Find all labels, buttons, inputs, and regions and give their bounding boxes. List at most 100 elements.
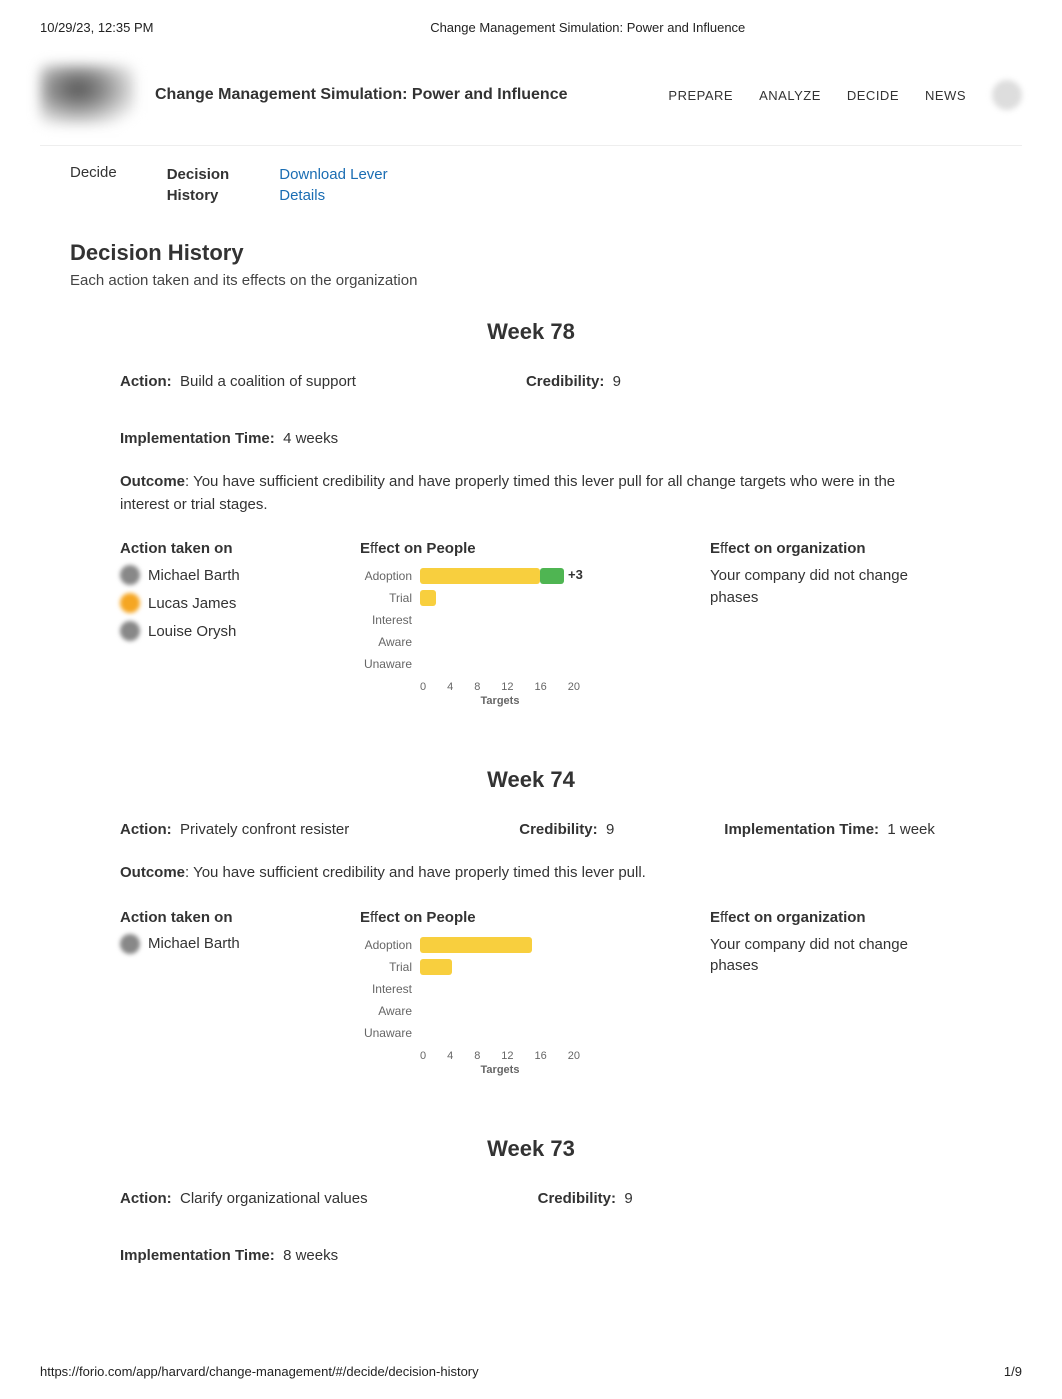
person-name: Louise Orysh	[148, 623, 236, 640]
meta-credibility: Credibility: 9	[526, 373, 621, 390]
label-effect-org: Effect on organization	[710, 540, 942, 557]
col-effect-people: Effect on People Adoption +3 Trial	[360, 540, 680, 707]
value-action: Clarify organizational values	[180, 1190, 368, 1207]
subnav-decide[interactable]: Decide	[70, 164, 117, 206]
chart-bar-prev	[420, 590, 436, 606]
org-effect-text: Your company did not change phases	[710, 565, 942, 609]
label-credibility: Credibility:	[538, 1190, 616, 1207]
col-effect-org: Effect on organization Your company did …	[710, 540, 942, 707]
chart-xtick: 8	[474, 681, 480, 693]
person: Lucas James	[120, 593, 330, 613]
value-impl-time: 4 weeks	[283, 430, 338, 447]
label-action: Action:	[120, 821, 172, 838]
week-block: Week 73 Action: Clarify organizational v…	[70, 1136, 992, 1264]
meta-action: Action: Build a coalition of support	[120, 373, 356, 390]
effect-people-chart: Adoption +3 Trial Interest	[360, 565, 680, 707]
nav-decide[interactable]: DECIDE	[847, 88, 899, 103]
label-action: Action:	[120, 373, 172, 390]
person: Michael Barth	[120, 934, 330, 954]
outcome: Outcome: You have sufficient credibility…	[120, 862, 942, 885]
person-dot-icon	[120, 621, 140, 641]
avatar[interactable]	[992, 80, 1022, 110]
nav-analyze[interactable]: ANALYZE	[759, 88, 821, 103]
person-dot-icon	[120, 565, 140, 585]
chart-ylabel: Unaware	[360, 1026, 420, 1040]
chart-xaxis: 0 4 8 12 16 20	[420, 681, 580, 693]
footer-url: https://forio.com/app/harvard/change-man…	[40, 1364, 479, 1379]
subnav-download-l1: Download Lever	[279, 164, 387, 185]
outcome-text: : You have sufficient credibility and ha…	[185, 864, 646, 881]
chart-xtick: 20	[568, 1050, 580, 1062]
meta-impl-time: Implementation Time: 4 weeks	[120, 430, 338, 447]
chart-ylabel: Trial	[360, 591, 420, 605]
meta-row: Action: Build a coalition of support Cre…	[120, 373, 942, 447]
subnav-download-lever-details[interactable]: Download Lever Details	[279, 164, 387, 206]
label-outcome: Outcome	[120, 864, 185, 881]
label-impl-time: Implementation Time:	[120, 1247, 275, 1264]
chart-xtick: 16	[535, 681, 547, 693]
subnav: Decide Decision History Download Lever D…	[40, 146, 1022, 230]
label-effect-org: Effect on organization	[710, 909, 942, 926]
person-name: Michael Barth	[148, 935, 240, 952]
chart-ylabel: Interest	[360, 613, 420, 627]
org-effect-text: Your company did not change phases	[710, 934, 942, 978]
chart-xtick: 0	[420, 1050, 426, 1062]
footer-page: 1/9	[1004, 1364, 1022, 1379]
col-action-on: Action taken on Michael Barth Lucas Jame…	[120, 540, 330, 707]
nav-news[interactable]: NEWS	[925, 88, 966, 103]
meta-impl-time: Implementation Time: 8 weeks	[120, 1247, 338, 1264]
chart-bar-prev	[420, 568, 540, 584]
logo	[40, 65, 135, 125]
effects-row: Action taken on Michael Barth Lucas Jame…	[120, 540, 942, 707]
chart-xtick: 12	[501, 1050, 513, 1062]
label-credibility: Credibility:	[519, 821, 597, 838]
label-action-on: Action taken on	[120, 909, 330, 926]
person: Louise Orysh	[120, 621, 330, 641]
value-action: Privately confront resister	[180, 821, 349, 838]
page-title: Decision History	[70, 240, 992, 266]
chart-xtick: 0	[420, 681, 426, 693]
chart-xtick: 12	[501, 681, 513, 693]
page-subtitle: Each action taken and its effects on the…	[70, 272, 992, 289]
main-nav: PREPARE ANALYZE DECIDE NEWS	[668, 80, 1022, 110]
value-credibility: 9	[624, 1190, 632, 1207]
meta-impl-time: Implementation Time: 1 week	[724, 821, 935, 838]
label-outcome: Outcome	[120, 473, 185, 490]
chart-bar-change	[540, 568, 564, 584]
value-credibility: 9	[613, 373, 621, 390]
chart-ylabel: Adoption	[360, 569, 420, 583]
chart-xtick: 4	[447, 681, 453, 693]
subnav-history-l1: Decision	[167, 164, 230, 185]
chart-bar-prev	[420, 937, 532, 953]
person-name: Michael Barth	[148, 567, 240, 584]
value-action: Build a coalition of support	[180, 373, 356, 390]
print-timestamp: 10/29/23, 12:35 PM	[40, 20, 153, 35]
value-impl-time: 8 weeks	[283, 1247, 338, 1264]
label-effect-people: Effect on People	[360, 540, 680, 557]
effect-people-chart: Adoption Trial Interest Aware	[360, 934, 680, 1076]
nav-prepare[interactable]: PREPARE	[668, 88, 733, 103]
subnav-decision-history[interactable]: Decision History	[167, 164, 230, 206]
outcome: Outcome: You have sufficient credibility…	[120, 471, 942, 516]
col-effect-people: Effect on People Adoption Trial Interest	[360, 909, 680, 1076]
chart-ylabel: Adoption	[360, 938, 420, 952]
col-action-on: Action taken on Michael Barth	[120, 909, 330, 1076]
label-credibility: Credibility:	[526, 373, 604, 390]
outcome-text: : You have sufficient credibility and ha…	[120, 473, 895, 513]
app-title: Change Management Simulation: Power and …	[155, 86, 648, 104]
meta-row: Action: Privately confront resister Cred…	[120, 821, 942, 838]
person-dot-icon	[120, 934, 140, 954]
chart-xtick: 4	[447, 1050, 453, 1062]
chart-xtick: 16	[535, 1050, 547, 1062]
person-name: Lucas James	[148, 595, 236, 612]
week-title: Week 74	[70, 767, 992, 793]
print-footer: https://forio.com/app/harvard/change-man…	[40, 1364, 1022, 1379]
chart-xlabel: Targets	[420, 1064, 580, 1076]
subnav-history-l2: History	[167, 185, 230, 206]
label-effect-people: Effect on People	[360, 909, 680, 926]
meta-row: Action: Clarify organizational values Cr…	[120, 1190, 942, 1264]
meta-credibility: Credibility: 9	[519, 821, 614, 838]
meta-credibility: Credibility: 9	[538, 1190, 633, 1207]
chart-ylabel: Aware	[360, 635, 420, 649]
label-impl-time: Implementation Time:	[120, 430, 275, 447]
